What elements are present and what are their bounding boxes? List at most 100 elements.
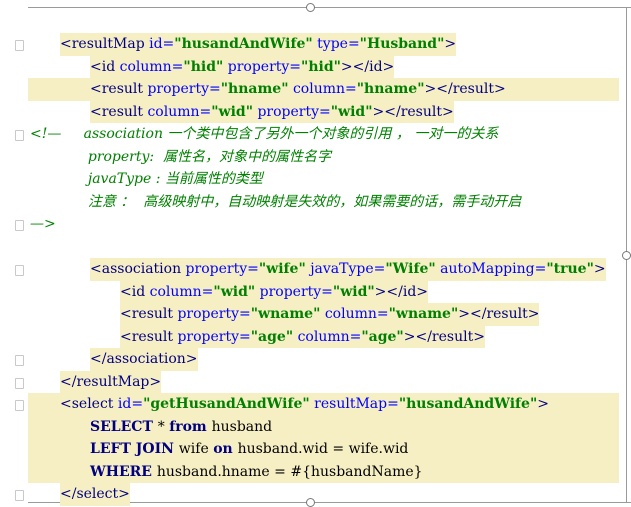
- fold-open-icon[interactable]: [15, 400, 24, 411]
- code-token: resultMap=: [314, 396, 399, 412]
- code-token: "wid": [213, 283, 256, 300]
- code-editor-screenshot: <resultMap id="husandAndWife" type="Husb…: [0, 0, 631, 507]
- code-text: </select>: [60, 483, 130, 506]
- code-text: 注意 ： 高级映射中，自动映射是失效的，如果需要的话，需手动开启: [30, 191, 521, 214]
- code-token: property=: [177, 328, 251, 345]
- code-token: <resultMap: [60, 36, 150, 52]
- fold-close-icon[interactable]: [15, 490, 24, 501]
- code-token: >: [593, 261, 606, 277]
- code-line[interactable]: <select id="getHusandAndWife" resultMap=…: [0, 393, 625, 416]
- code-text: <id column="wid" property="wid"></id>: [120, 280, 429, 303]
- code-text: <!— association 一个类中包含了另外一个对象的引用 ， 一对一的关…: [30, 123, 498, 146]
- fold-close-icon[interactable]: [15, 377, 24, 389]
- code-token: "age": [250, 328, 294, 345]
- code-token: SELECT: [90, 418, 158, 435]
- code-line[interactable]: </association>: [0, 348, 625, 371]
- code-token: column=: [147, 103, 212, 120]
- code-line[interactable]: SELECT * from husband: [0, 415, 625, 439]
- code-line[interactable]: <id column="wid" property="wid"></id>: [0, 280, 625, 303]
- fold-open-icon[interactable]: [15, 265, 24, 276]
- selection-border-top: [0, 7, 631, 8]
- code-token: <id: [90, 58, 120, 75]
- code-token: wife: [178, 441, 214, 457]
- code-text: </resultMap>: [60, 370, 162, 393]
- code-line[interactable]: <result property="wname" column="wname">…: [0, 303, 625, 326]
- code-line[interactable]: —>: [0, 213, 625, 236]
- code-token: "true": [546, 261, 594, 277]
- code-line[interactable]: WHERE husband.hname = #{husbandName}: [0, 460, 625, 483]
- code-token: <association: [90, 261, 186, 277]
- code-token: ></result>: [458, 306, 540, 322]
- fold-open-icon[interactable]: [15, 130, 24, 141]
- code-line[interactable]: <result property="age" column="age"></re…: [0, 325, 625, 348]
- code-text: —>: [30, 213, 56, 236]
- code-token: </select>: [60, 486, 130, 502]
- code-text: <result column="wid" property="wid"></re…: [90, 100, 454, 123]
- code-line[interactable]: <id column="hid" property="hid"></id>: [0, 55, 625, 78]
- code-token: column=: [119, 58, 184, 75]
- code-line[interactable]: LEFT JOIN wife on husband.wid = wife.wid: [0, 438, 625, 461]
- code-token: *: [157, 418, 170, 435]
- code-token: javaType : 当前属性的类型: [30, 171, 263, 187]
- code-token: property=: [185, 261, 259, 277]
- code-token: >: [537, 396, 549, 412]
- code-line[interactable]: [0, 236, 625, 259]
- code-token: column=: [324, 306, 389, 322]
- code-text: <resultMap id="husandAndWife" type="Husb…: [60, 33, 457, 56]
- code-token: autoMapping=: [440, 261, 547, 277]
- code-token: "age": [361, 328, 404, 345]
- code-token: 注意 ： 高级映射中，自动映射是失效的，如果需要的话，需手动开启: [30, 193, 522, 210]
- code-text: <association property="wife" javaType="W…: [90, 258, 606, 281]
- code-text: <id column="hid" property="hid"></id>: [90, 55, 395, 78]
- code-line[interactable]: <association property="wife" javaType="W…: [0, 258, 625, 281]
- code-token: property: 属性名，对象中的属性名字: [30, 148, 332, 165]
- code-token: property=: [147, 81, 221, 97]
- code-token: <!— association 一个类中包含了另外一个对象的引用 ， 一对一的关…: [30, 126, 499, 142]
- code-token: "wid": [211, 103, 254, 120]
- code-token: "Wife": [385, 261, 436, 277]
- code-line[interactable]: <result column="wid" property="wid"></re…: [0, 100, 625, 123]
- code-text: <select id="getHusandAndWife" resultMap=…: [60, 393, 549, 416]
- fold-close-icon[interactable]: [15, 355, 24, 366]
- code-token: column=: [292, 81, 357, 97]
- code-line[interactable]: <result property="hname" column="hname">…: [0, 78, 625, 101]
- code-token: from: [169, 418, 212, 435]
- code-line[interactable]: 注意 ： 高级映射中，自动映射是失效的，如果需要的话，需手动开启: [0, 191, 625, 214]
- code-token: "wname": [388, 306, 459, 322]
- code-text: <result property="wname" column="wname">…: [120, 303, 540, 326]
- code-line[interactable]: </resultMap>: [0, 370, 625, 393]
- code-text: </association>: [90, 348, 198, 371]
- code-token: <result: [120, 306, 178, 322]
- code-token: "getHusandAndWife": [143, 396, 310, 412]
- code-text: property: 属性名，对象中的属性名字: [30, 146, 331, 169]
- code-token: WHERE: [90, 463, 157, 480]
- code-text: <result property="hname" column="hname">…: [90, 78, 506, 101]
- code-text: SELECT * from husband: [90, 416, 272, 439]
- code-token: ></id>: [340, 58, 395, 75]
- code-token: <result: [120, 328, 178, 345]
- code-token: <result: [90, 81, 148, 97]
- code-line[interactable]: </select>: [0, 483, 625, 506]
- code-token: id=: [117, 396, 144, 412]
- code-line[interactable]: javaType : 当前属性的类型: [0, 168, 625, 191]
- code-line[interactable]: <resultMap id="husandAndWife" type="Husb…: [0, 33, 625, 56]
- code-token: property=: [227, 58, 302, 75]
- code-token: ></id>: [374, 283, 429, 300]
- fold-close-icon[interactable]: [15, 220, 24, 231]
- code-line[interactable]: <!— association 一个类中包含了另外一个对象的引用 ， 一对一的关…: [0, 123, 625, 146]
- code-token: "wid": [332, 283, 375, 300]
- code-token: <id: [120, 283, 150, 300]
- code-line[interactable]: property: 属性名，对象中的属性名字: [0, 146, 625, 169]
- code-token: column=: [297, 328, 362, 345]
- resize-handle-top[interactable]: [306, 3, 315, 12]
- code-text: LEFT JOIN wife on husband.wid = wife.wid: [90, 438, 408, 461]
- code-token: "hname": [356, 81, 425, 97]
- code-token: "wife": [258, 261, 306, 277]
- code-token: on: [213, 441, 238, 457]
- code-token: "husandAndWife": [174, 36, 313, 52]
- code-token: "wid": [330, 103, 373, 120]
- fold-open-icon[interactable]: [15, 40, 24, 51]
- code-text: javaType : 当前属性的类型: [30, 168, 263, 191]
- code-token: "hid": [183, 58, 224, 75]
- code-token: husband.wid = wife.wid: [237, 441, 409, 457]
